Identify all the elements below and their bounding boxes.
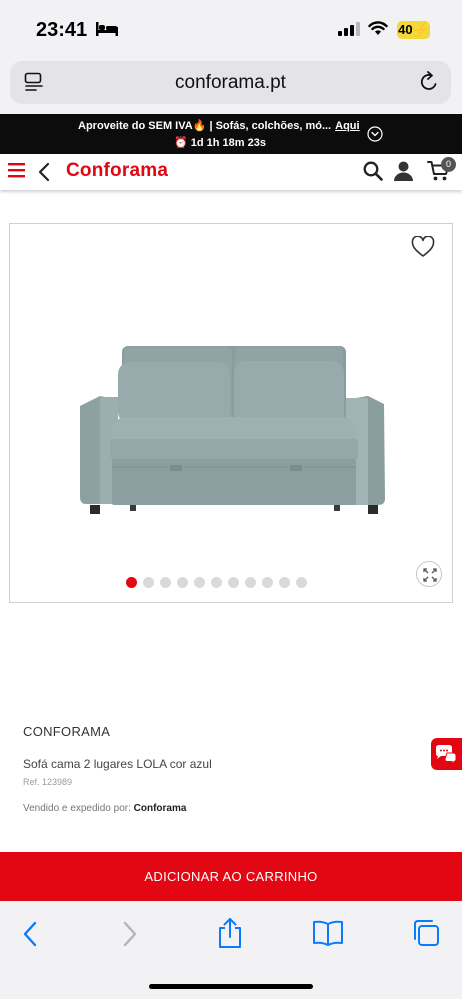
- carousel-dot[interactable]: [295, 577, 307, 588]
- promo-expand-chevron-icon[interactable]: [367, 126, 383, 142]
- browser-forward-icon[interactable]: [122, 921, 138, 947]
- search-icon[interactable]: [363, 161, 383, 181]
- sleep-bed-icon: [96, 22, 118, 36]
- cart-count-badge: 0: [441, 157, 456, 172]
- product-title: Sofá cama 2 lugares LOLA cor azul: [23, 757, 212, 771]
- carousel-dot[interactable]: [125, 577, 137, 588]
- fullscreen-button[interactable]: [416, 561, 442, 587]
- browser-toolbar: [0, 901, 462, 999]
- carousel-dot[interactable]: [227, 577, 239, 588]
- reload-icon[interactable]: [419, 71, 439, 93]
- seller-label: Vendido e expedido por:: [23, 803, 131, 814]
- url-text[interactable]: conforama.pt: [10, 72, 451, 94]
- site-header: Conforama: [0, 154, 462, 190]
- bookmarks-icon[interactable]: [312, 919, 344, 947]
- address-bar[interactable]: conforama.pt: [10, 61, 451, 104]
- promo-link[interactable]: Aqui: [335, 120, 359, 132]
- home-indicator: [149, 984, 313, 989]
- product-gallery[interactable]: [9, 223, 453, 603]
- carousel-dots[interactable]: [10, 577, 452, 588]
- promo-text: Aproveite do SEM IVA🔥 | Sofás, colchões,…: [78, 120, 332, 132]
- chat-button[interactable]: [431, 738, 462, 770]
- product-reference: Ref. 123989: [23, 777, 73, 787]
- carousel-dot[interactable]: [278, 577, 290, 588]
- share-icon[interactable]: [216, 917, 244, 949]
- tabs-icon[interactable]: [411, 918, 441, 948]
- carousel-dot[interactable]: [210, 577, 222, 588]
- seller-name[interactable]: Conforama: [134, 803, 187, 814]
- chat-bubbles-icon: [436, 745, 457, 766]
- menu-icon[interactable]: [8, 163, 25, 178]
- status-bar: 23:41 40⚡: [0, 0, 462, 58]
- status-time: 23:41: [36, 19, 88, 41]
- battery-level: 40: [398, 22, 413, 37]
- carousel-dot[interactable]: [244, 577, 256, 588]
- back-chevron-icon[interactable]: [38, 162, 50, 182]
- carousel-dot[interactable]: [261, 577, 273, 588]
- wifi-icon: [368, 21, 388, 35]
- carousel-dot[interactable]: [159, 577, 171, 588]
- carousel-dot[interactable]: [176, 577, 188, 588]
- promo-banner[interactable]: Aproveite do SEM IVA🔥 | Sofás, colchões,…: [0, 114, 462, 154]
- browser-back-icon[interactable]: [22, 921, 38, 947]
- browser-address-area: conforama.pt: [0, 58, 462, 114]
- battery-indicator: 40⚡: [397, 21, 430, 39]
- carousel-dot[interactable]: [142, 577, 154, 588]
- product-brand[interactable]: CONFORAMA: [23, 724, 110, 739]
- carousel-dot[interactable]: [193, 577, 205, 588]
- site-logo[interactable]: Conforama: [66, 160, 168, 182]
- add-to-cart-button[interactable]: ADICIONAR AO CARRINHO: [0, 852, 462, 901]
- product-image-sofa[interactable]: [78, 339, 390, 524]
- wishlist-heart-icon[interactable]: [411, 236, 435, 258]
- charging-bolt-icon: ⚡: [412, 22, 429, 37]
- expand-icon: [423, 568, 437, 582]
- promo-countdown: ⏰ 1d 1h 18m 23s: [174, 137, 266, 149]
- cellular-signal-icon: [338, 22, 360, 36]
- account-icon[interactable]: [394, 161, 413, 181]
- seller-info: Vendido e expedido por: Conforama: [23, 803, 186, 814]
- promo-message: Aproveite do SEM IVA🔥 | Sofás, colchões,…: [78, 119, 360, 132]
